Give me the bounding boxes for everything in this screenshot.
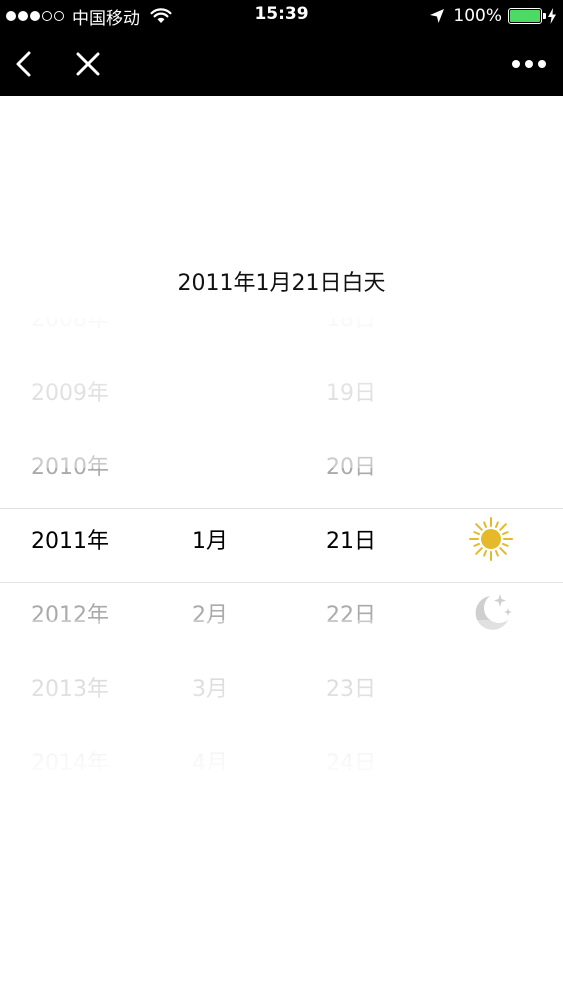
close-icon: [76, 52, 100, 76]
more-button[interactable]: [507, 46, 551, 82]
month-wheel[interactable]: 1月 2月 3月 4月: [140, 318, 280, 770]
year-option[interactable]: 2011年: [0, 502, 140, 576]
status-bar: 中国移动 15:39 100%: [0, 0, 563, 32]
battery-nub: [543, 13, 546, 19]
year-option[interactable]: 2009年: [0, 354, 140, 428]
charging-bolt-icon: [548, 8, 556, 24]
day-option[interactable]: 20日: [281, 428, 421, 502]
chevron-left-icon: [16, 51, 31, 77]
day-option[interactable]: 19日: [281, 354, 421, 428]
battery-level-fill: [510, 10, 540, 22]
day-option[interactable]: 18日: [281, 318, 421, 354]
selected-date-title: 2011年1月21日白天: [177, 271, 386, 296]
nav-bar: [0, 32, 563, 96]
month-option[interactable]: [140, 354, 280, 428]
day-wheel[interactable]: 18日 19日 20日 21日 22日 23日 24日: [281, 318, 421, 770]
moon-icon: [475, 594, 512, 630]
month-option[interactable]: 3月: [140, 650, 280, 724]
year-wheel[interactable]: 2008年 2009年 2010年 2011年 2012年 2013年 2014年: [0, 318, 140, 770]
battery-percentage: 100%: [453, 6, 502, 26]
month-option[interactable]: 4月: [140, 724, 280, 770]
year-option[interactable]: 2014年: [0, 724, 140, 770]
period-option[interactable]: [421, 502, 561, 576]
close-button[interactable]: [70, 46, 106, 82]
status-right: 100%: [429, 4, 557, 28]
selection-top-line: [0, 508, 563, 509]
year-option[interactable]: 2008年: [0, 318, 140, 354]
month-option[interactable]: 2月: [140, 576, 280, 650]
month-option[interactable]: 1月: [140, 502, 280, 576]
sun-icon: [469, 517, 513, 561]
month-option[interactable]: [140, 318, 280, 354]
day-option[interactable]: 22日: [281, 576, 421, 650]
day-option[interactable]: 24日: [281, 724, 421, 770]
day-option[interactable]: 23日: [281, 650, 421, 724]
month-option[interactable]: [140, 428, 280, 502]
selection-bottom-line: [0, 582, 563, 583]
battery-icon: [508, 8, 546, 24]
location-arrow-icon: [430, 9, 445, 23]
back-button[interactable]: [6, 46, 42, 82]
date-picker[interactable]: 2008年 2009年 2010年 2011年 2012年 2013年 2014年 1月 2月…: [0, 318, 563, 770]
year-option[interactable]: 2013年: [0, 650, 140, 724]
day-night-wheel[interactable]: [421, 318, 561, 770]
year-option[interactable]: 2010年: [0, 428, 140, 502]
more-dots-icon: [512, 60, 546, 68]
period-option[interactable]: [421, 576, 561, 650]
year-option[interactable]: 2012年: [0, 576, 140, 650]
day-option[interactable]: 21日: [281, 502, 421, 576]
